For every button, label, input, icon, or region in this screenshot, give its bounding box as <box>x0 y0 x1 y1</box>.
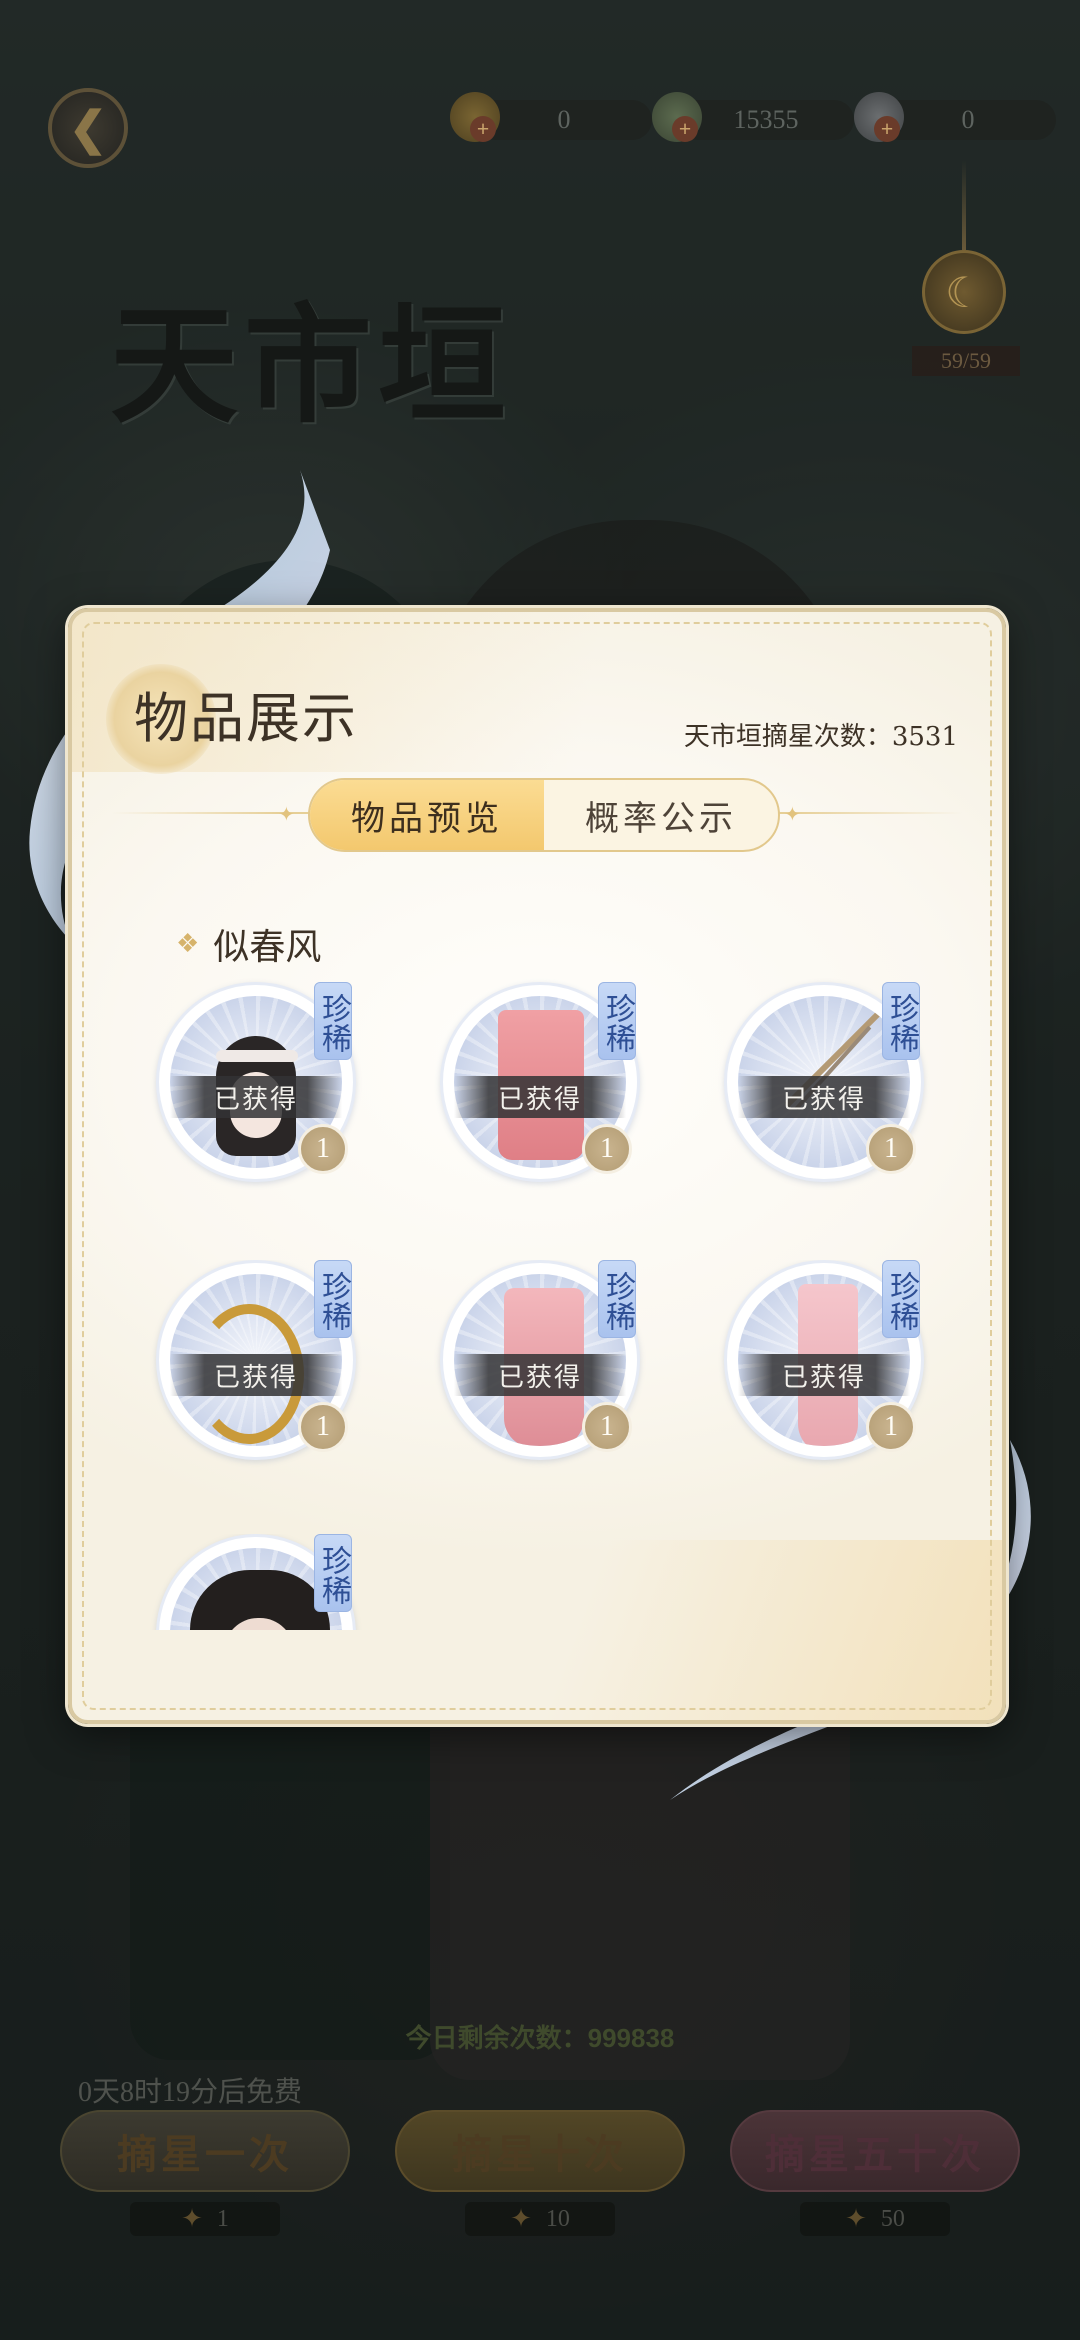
draw-fifty-button[interactable]: 摘星五十次 <box>730 2110 1020 2192</box>
quantity-badge: 1 <box>298 1124 348 1174</box>
item-card-robe[interactable]: 已获得 珍稀 1 <box>440 1260 650 1470</box>
item-card-top[interactable]: 已获得 珍稀 1 <box>440 982 650 1192</box>
item-card-hair[interactable]: 已获得 珍稀 1 <box>156 982 366 1192</box>
currency-gold[interactable]: + 0 <box>450 92 652 142</box>
draw-ten-button[interactable]: 摘星十次 <box>395 2110 685 2192</box>
item-card-skirt[interactable]: 已获得 珍稀 1 <box>724 1260 934 1470</box>
rare-badge: 珍稀 <box>314 1534 352 1612</box>
draw-fifty-cost: ✦ 50 <box>800 2202 950 2236</box>
rare-badge: 珍稀 <box>598 1260 636 1338</box>
currency-pearl[interactable]: + 0 <box>854 92 1056 142</box>
sparkle-icon: ✦ <box>784 802 801 826</box>
page-title: 天市垣 <box>110 291 513 441</box>
back-arrow-icon: ❮ <box>68 101 108 155</box>
back-button[interactable]: ❮ <box>48 88 128 168</box>
rare-badge: 珍稀 <box>314 982 352 1060</box>
moon-button[interactable]: ☾ <box>922 250 1006 334</box>
crescent-moon-icon: ☾ <box>945 267 983 317</box>
rare-badge: 珍稀 <box>598 982 636 1060</box>
star-token-icon: ✦ <box>181 2204 203 2233</box>
item-card-portrait[interactable]: 珍稀 <box>156 1534 366 1630</box>
moon-count: 59/59 <box>912 346 1020 376</box>
draw-count: 天市垣摘星次数：3531 <box>683 722 958 752</box>
obtained-label: 已获得 <box>170 1354 342 1396</box>
draw-ten-cost: ✦ 10 <box>465 2202 615 2236</box>
add-jade-icon[interactable]: + <box>672 116 698 142</box>
obtained-label: 已获得 <box>454 1076 626 1118</box>
add-gold-icon[interactable]: + <box>470 116 496 142</box>
free-timer: 0天8时19分后免费 <box>78 2077 303 2108</box>
rare-badge: 珍稀 <box>882 1260 920 1338</box>
tab-probability[interactable]: 概率公示 <box>544 780 778 850</box>
quantity-badge: 1 <box>866 1402 916 1452</box>
sparkle-icon: ✦ <box>278 802 295 826</box>
quantity-badge: 1 <box>582 1402 632 1452</box>
item-card-hairpin[interactable]: 已获得 珍稀 1 <box>724 982 934 1192</box>
draw-once-button[interactable]: 摘星一次 <box>60 2110 350 2192</box>
star-token-icon: ✦ <box>845 2204 867 2233</box>
currency-jade[interactable]: + 15355 <box>652 92 854 142</box>
quantity-badge: 1 <box>298 1402 348 1452</box>
tab-item-preview[interactable]: 物品预览 <box>310 780 544 850</box>
obtained-label: 已获得 <box>738 1076 910 1118</box>
item-card-bracelet[interactable]: 已获得 珍稀 1 <box>156 1260 366 1470</box>
quantity-badge: 1 <box>582 1124 632 1174</box>
obtained-label: 已获得 <box>454 1354 626 1396</box>
item-showcase-modal: 物品展示 天市垣摘星次数：3531 ✦ ✦ 物品预览 概率公示 ❖ 似春风 已获… <box>68 608 1006 1724</box>
rare-badge: 珍稀 <box>314 1260 352 1338</box>
obtained-label: 已获得 <box>738 1354 910 1396</box>
section-title: ❖ 似春风 <box>176 927 322 968</box>
item-grid[interactable]: 已获得 珍稀 1 已获得 珍稀 1 已获得 珍稀 1 <box>72 982 1002 1254</box>
item-row-clipped: 珍稀 <box>72 1534 1002 1630</box>
diamond-icon: ❖ <box>176 929 200 959</box>
add-pearl-icon[interactable]: + <box>874 116 900 142</box>
rare-badge: 珍稀 <box>882 982 920 1060</box>
obtained-label: 已获得 <box>170 1076 342 1118</box>
tab-bar: 物品预览 概率公示 <box>308 778 780 852</box>
moon-stem-decoration <box>962 160 966 250</box>
item-grid-continued[interactable]: 已获得 珍稀 1 已获得 珍稀 1 已获得 珍稀 1 珍稀 <box>72 1260 1002 1660</box>
modal-title: 物品展示 <box>134 687 358 750</box>
star-token-icon: ✦ <box>510 2204 532 2233</box>
quantity-badge: 1 <box>866 1124 916 1174</box>
draw-once-cost: ✦ 1 <box>130 2202 280 2236</box>
remaining-today: 今日剩余次数：999838 <box>405 2023 675 2053</box>
